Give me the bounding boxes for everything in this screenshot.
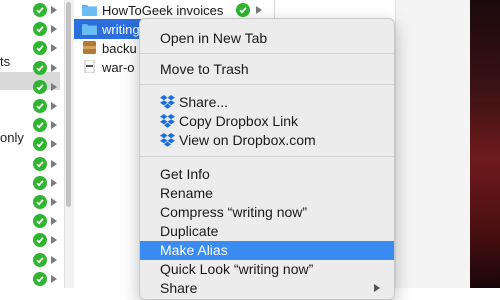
dropbox-icon (160, 114, 175, 128)
sync-status-icon (33, 22, 47, 36)
menu-item-label: Rename (160, 185, 213, 201)
menu-item-get-info[interactable]: Get Info (140, 165, 394, 184)
sidebar-item-label[interactable]: only (0, 130, 24, 145)
context-menu: Open in New Tab Move to Trash Share... C… (139, 18, 395, 300)
expand-arrow-icon[interactable] (51, 64, 57, 72)
sync-status-icon (33, 41, 47, 55)
menu-item-copy-dropbox-link[interactable]: Copy Dropbox Link (140, 112, 394, 131)
sync-status-icon (33, 272, 47, 286)
menu-item-label: Duplicate (160, 223, 219, 239)
file-name: war-o (102, 60, 135, 75)
expand-arrow-icon[interactable] (51, 256, 57, 264)
expand-arrow-icon[interactable] (51, 102, 57, 110)
menu-item-make-alias[interactable]: Make Alias (140, 241, 394, 260)
desktop-background (470, 0, 500, 288)
folder-icon (82, 5, 97, 16)
submenu-arrow-icon (374, 284, 380, 292)
sync-status-icon (33, 195, 47, 209)
expand-arrow-icon[interactable] (51, 6, 57, 14)
file-name: writing (102, 22, 140, 37)
expand-arrow-icon[interactable] (51, 25, 57, 33)
sync-status-icon (33, 157, 47, 171)
preview-pane (395, 0, 471, 288)
menu-item-label: Share... (179, 94, 229, 110)
expand-arrow-icon[interactable] (51, 275, 57, 283)
menu-item-label: Share (160, 280, 198, 296)
expand-arrow-icon[interactable] (51, 236, 57, 244)
sync-status-icon (33, 137, 47, 151)
expand-arrow-icon[interactable] (51, 44, 57, 52)
menu-item-rename[interactable]: Rename (140, 184, 394, 203)
file-name: backu (102, 41, 137, 56)
archive-icon (83, 41, 96, 54)
expand-arrow-icon[interactable] (51, 198, 57, 206)
menu-item-view-on-dropbox[interactable]: View on Dropbox.com (140, 131, 394, 150)
menu-separator (140, 53, 394, 54)
menu-item-duplicate[interactable]: Duplicate (140, 222, 394, 241)
sync-status-icon (33, 253, 47, 267)
menu-item-share[interactable]: Share (140, 279, 394, 298)
sync-status-icon (33, 99, 47, 113)
sidebar-scroll-thumb[interactable] (66, 2, 71, 207)
expand-arrow-icon[interactable] (51, 217, 57, 225)
menu-item-open-new-tab[interactable]: Open in New Tab (140, 29, 394, 48)
menu-item-compress[interactable]: Compress “writing now” (140, 203, 394, 222)
menu-item-label: Copy Dropbox Link (179, 113, 299, 129)
sync-status-icon (33, 176, 47, 190)
sync-status-icon (33, 214, 47, 228)
expand-arrow-icon[interactable] (51, 121, 57, 129)
menu-item-label: Quick Look “writing now” (160, 261, 314, 277)
sync-status-icon (33, 61, 47, 75)
file-name: HowToGeek invoices (102, 3, 224, 18)
expand-arrow-icon[interactable] (51, 83, 57, 91)
menu-item-quick-look[interactable]: Quick Look “writing now” (140, 260, 394, 279)
expand-arrow-icon[interactable] (51, 140, 57, 148)
menu-item-move-to-trash[interactable]: Move to Trash (140, 60, 394, 79)
dropbox-icon (160, 133, 175, 147)
sync-status-icon (236, 3, 250, 17)
menu-item-share-dropbox[interactable]: Share... (140, 93, 394, 112)
sidebar-item-label[interactable]: ts (0, 54, 10, 69)
menu-item-label: Move to Trash (160, 61, 249, 77)
expand-arrow-icon[interactable] (51, 179, 57, 187)
sync-status-icon (33, 80, 47, 94)
menu-item-label: View on Dropbox.com (179, 132, 316, 148)
menu-item-label: Get Info (160, 166, 210, 182)
expand-arrow-icon[interactable] (51, 160, 57, 168)
menu-item-label: Compress “writing now” (160, 204, 308, 220)
menu-item-label: Make Alias (160, 242, 228, 258)
sync-status-icon (33, 3, 47, 17)
folder-icon (82, 24, 97, 35)
dropbox-icon (160, 95, 175, 109)
sync-status-icon (33, 118, 47, 132)
expand-arrow-icon[interactable] (256, 6, 262, 14)
menu-separator (140, 156, 394, 157)
sync-status-icon (33, 233, 47, 247)
menu-separator (140, 84, 394, 85)
document-icon (84, 60, 95, 73)
menu-item-label: Open in New Tab (160, 30, 268, 46)
